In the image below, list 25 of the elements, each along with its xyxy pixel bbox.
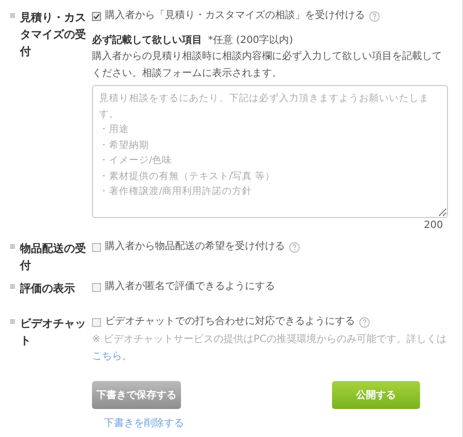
field-title: 必ず記載して欲しい項目 [92,35,202,46]
checkbox[interactable] [92,242,101,252]
help-icon[interactable] [369,10,380,22]
checkbox-label[interactable]: 購入者が匿名で評価できるようにする [105,280,275,294]
help-icon[interactable] [359,316,370,328]
bullet-icon [10,319,15,324]
help-icon[interactable] [289,242,300,252]
checkbox-label[interactable]: 購入者から物品配送の希望を受け付ける [105,240,285,254]
checkbox-label[interactable]: ビデオチャットでの打ち合わせに対応できるようにする [105,315,355,329]
section-label: ビデオチャット [20,316,87,349]
character-counter: 200 [424,220,443,231]
field-description: 購入者からの見積り相談時に相談内容欄に必ず入力して欲しい項目を記載してください。相談フォームに表示されます。 [92,50,443,81]
checkbox-label[interactable]: 購入者から「見積り・カスタマイズの相談」を受け付ける [105,9,365,23]
section-label: 見積り・カスタマイズの受付 [20,10,87,60]
text-area[interactable]: 見積り相談をするにあたり、下記は必ず入力頂きますようお願いいたします。 ・用途 ・希望納期 ・イメージ/色味 ・素材提供の有無（テキスト/写真 等） ・著作権譲渡/商用利用許諾の方針 [92,85,448,218]
field-hint: *任意 (200字以内) [208,35,294,46]
bullet-icon [10,284,15,289]
bullet-icon [10,244,15,249]
bullet-icon [10,13,15,18]
checkbox[interactable] [92,318,101,326]
checkbox[interactable] [92,282,101,292]
checkbox[interactable] [92,12,101,20]
note-text: ※ ビデオチャットサービスの提供はPCの推奨環境からのみ可能です。詳しくは こちら。 [92,332,448,364]
section-label: 物品配送の受付 [20,241,87,274]
section-label: 評価の表示 [20,281,76,297]
